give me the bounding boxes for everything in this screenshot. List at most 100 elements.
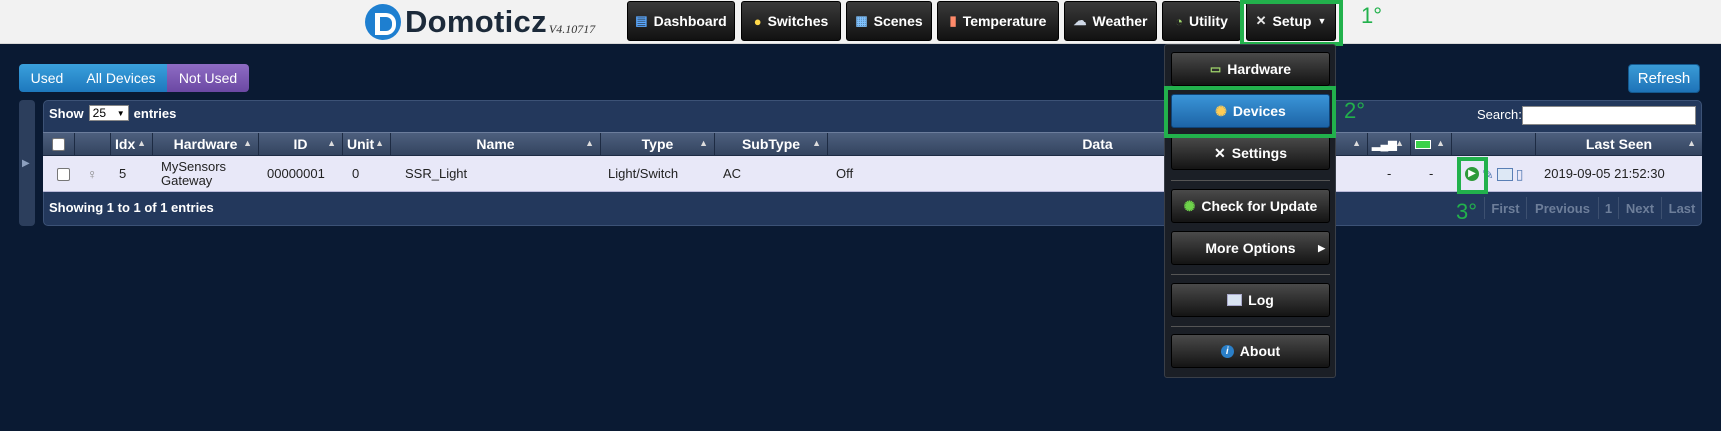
column-signal[interactable]: ▂▄▆ ▲ [1368,133,1411,155]
app-name: Domoticz [405,4,547,39]
thermometer-icon: ▮ [949,13,957,28]
cloud-rain-icon: ☁ [1073,13,1087,28]
page-previous-button[interactable]: Previous [1526,197,1598,219]
step2-annotation: 2° [1344,98,1366,123]
sort-icon: ▲ [243,138,252,148]
menu-hardware-label: Hardware [1227,61,1292,77]
column-hardware[interactable]: Hardware ▲ [153,133,259,155]
filter-not-used-button[interactable]: Not Used [167,64,249,92]
signal-icon: ▂▄▆ [1372,138,1397,151]
sort-asc-icon: ▲ [137,138,146,148]
row-checkbox[interactable] [57,167,70,181]
step1-annotation: 1° [1361,3,1383,28]
menu-log-label: Log [1248,292,1274,308]
lightbulb-icon: ● [753,13,762,29]
nav-utility-button[interactable]: ◔ Utility [1162,1,1241,41]
nav-weather-button[interactable]: ☁ Weather [1064,1,1157,41]
table-header: Idx ▲ Hardware ▲ ID ▲ Unit ▲ Name ▲ Type ▲ Sub… [43,132,1702,156]
filter-used-button[interactable]: Used [19,64,75,92]
menu-log[interactable]: Log [1171,283,1330,317]
column-subtype-label: SubType [741,136,801,152]
page-first-button[interactable]: First [1484,197,1526,219]
menu-more-options-label: More Options [1205,240,1296,256]
nav-temperature-button[interactable]: ▮ Temperature [937,1,1059,41]
column-last-seen-label: Last Seen [1585,136,1653,152]
step3-annotation: 3° [1456,199,1478,224]
column-name-label: Name [476,136,515,152]
sort-icon: ▲ [699,138,708,148]
page-last-button[interactable]: Last [1661,197,1702,219]
column-subtype[interactable]: SubType ▲ [715,133,828,155]
row-subtype: AC [723,166,742,181]
row-unit: 0 [352,166,360,181]
entries-length-control: Show 25 ▼ entries [49,105,176,121]
table-row[interactable]: ♀ 5 MySensors Gateway 00000001 0 SSR_Lig… [43,156,1702,192]
lightbulb-off-icon: ♀ [87,166,98,182]
menu-about[interactable]: i About [1171,334,1330,368]
menu-check-for-update[interactable]: ✺ Check for Update [1171,189,1330,223]
menu-about-label: About [1239,343,1281,359]
row-hardware-line1: MySensors [161,159,227,174]
row-hardware-line2: Gateway [161,173,213,188]
menu-settings-label: Settings [1231,145,1287,161]
row-id: 00000001 [267,166,325,181]
row-idx: 5 [119,166,127,181]
column-id[interactable]: ID ▲ [259,133,343,155]
column-idx[interactable]: Idx ▲ [111,133,153,155]
column-type-label: Type [641,136,674,152]
sort-icon: ▲ [1395,138,1404,148]
page-next-button[interactable]: Next [1618,197,1661,219]
search-input[interactable] [1522,106,1696,125]
clapperboard-icon: ▦ [855,13,868,28]
app-version: V4.10717 [548,22,596,36]
chevron-down-icon: ▼ [116,108,125,118]
domoticz-logo-icon [365,4,401,40]
row-checkbox-cell [53,156,74,192]
sort-icon: ▲ [1436,138,1445,148]
dashboard-icon: ▤ [635,13,648,28]
icon-column-header [75,133,111,155]
column-type[interactable]: Type ▲ [601,133,715,155]
step3-highlight [1457,157,1488,194]
entries-per-page-select[interactable]: 25 ▼ [88,105,129,121]
column-idx-label: Idx [115,136,136,152]
select-all-header[interactable] [43,133,75,155]
show-label: Show [49,105,84,121]
refresh-button[interactable]: Refresh [1628,64,1700,93]
row-hardware: MySensors Gateway [157,156,230,192]
column-name[interactable]: Name ▲ [391,133,601,155]
menu-divider [1171,180,1330,181]
nav-switches-label: Switches [767,13,829,29]
column-last-seen[interactable]: Last Seen ▲ [1536,133,1702,155]
nav-scenes-button[interactable]: ▦ Scenes [846,1,932,41]
menu-more-options[interactable]: More Options ▶ [1171,231,1330,265]
row-name: SSR_Light [405,166,468,181]
nav-dashboard-button[interactable]: ▤ Dashboard [627,1,735,41]
gauge-icon: ◔ [1175,13,1183,29]
column-unit[interactable]: Unit ▲ [343,133,391,155]
column-id-label: ID [293,136,308,152]
filter-all-devices-button[interactable]: All Devices [75,64,167,92]
menu-settings[interactable]: ✕ Settings [1171,136,1330,170]
row-signal: - [1387,166,1392,181]
column-battery[interactable]: ▲ [1411,133,1452,155]
sort-icon: ▲ [1687,138,1696,148]
tools-icon: ✕ [1214,144,1226,161]
menu-hardware[interactable]: ▭ Hardware [1171,52,1330,86]
search-label: Search: [1477,107,1522,122]
nav-switches-button[interactable]: ● Switches [741,1,841,41]
sort-icon: ▲ [327,138,336,148]
trash-icon[interactable]: ▯ [1516,167,1524,181]
app-logo[interactable]: Domoticz V4.10717 [365,4,595,40]
menu-check-update-label: Check for Update [1201,198,1318,214]
column-unit-label: Unit [347,136,375,152]
actions-column-header [1452,133,1536,155]
gear-icon: ✺ [1183,197,1196,214]
row-battery: - [1429,166,1434,181]
select-all-checkbox[interactable] [52,137,65,151]
page-number-button[interactable]: 1 [1598,197,1618,219]
nav-utility-label: Utility [1188,13,1228,29]
sort-icon: ▲ [812,138,821,148]
log-icon[interactable] [1496,167,1513,181]
sidebar-toggle-handle[interactable]: ▶ [19,100,35,226]
